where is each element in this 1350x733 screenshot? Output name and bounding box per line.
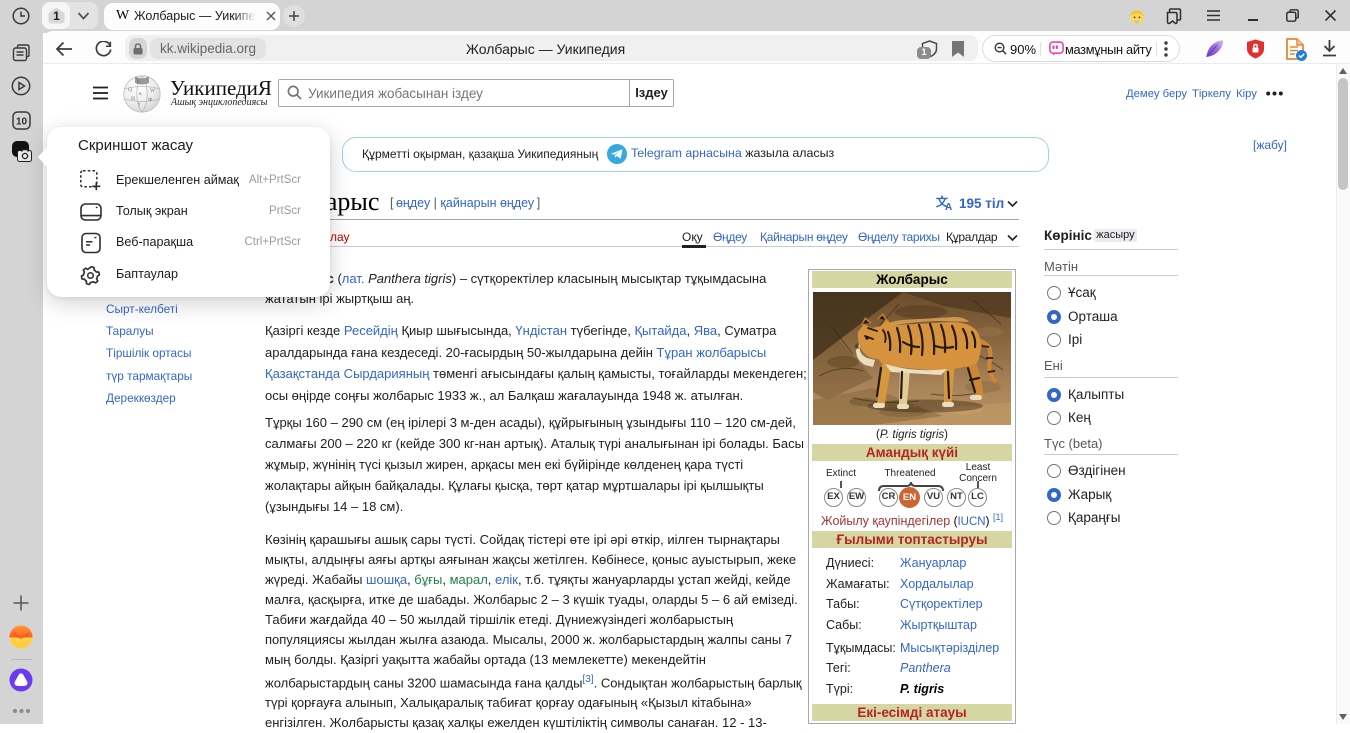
- svg-text:в: в: [139, 91, 142, 97]
- svg-text:A: A: [945, 202, 952, 211]
- svg-text:И: И: [131, 96, 135, 102]
- svg-text:Ф: Ф: [148, 97, 153, 103]
- svg-text:у: у: [138, 101, 141, 107]
- svg-text:1: 1: [53, 9, 60, 23]
- svg-text:Q: Q: [128, 87, 132, 93]
- svg-text:10: 10: [16, 117, 28, 128]
- svg-text:W: W: [150, 88, 156, 94]
